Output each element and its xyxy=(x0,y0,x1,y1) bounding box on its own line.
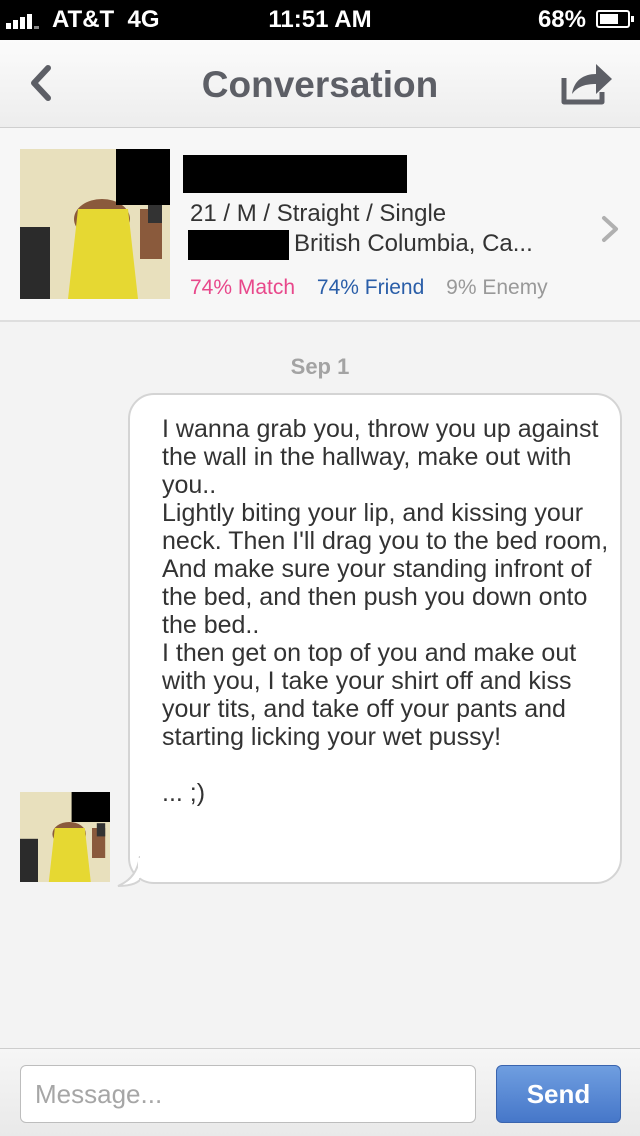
message-text: I wanna grab you, throw you up against t… xyxy=(162,415,609,807)
enemy-percentage: 9% Enemy xyxy=(446,276,548,299)
message-input-bar: Send xyxy=(0,1048,640,1136)
match-percentage: 74% Match xyxy=(190,276,296,299)
page-title: Conversation xyxy=(201,64,439,105)
profile-card[interactable]: 21 / M / Straight / Single British Colum… xyxy=(0,128,640,322)
profile-location: British Columbia, Ca... xyxy=(294,230,533,257)
date-separator: Sep 1 xyxy=(290,354,350,379)
redacted-location xyxy=(188,230,289,260)
profile-photo-image xyxy=(20,149,170,299)
match-percentages: 74% Match 74% Friend 9% Enemy xyxy=(190,276,548,300)
share-button[interactable] xyxy=(558,58,614,108)
chevron-right-icon xyxy=(602,216,618,242)
status-bar: AT&T 4G 11:51 AM 68% xyxy=(0,0,640,40)
message-input[interactable] xyxy=(20,1065,476,1123)
sender-avatar-image xyxy=(20,792,110,882)
profile-details: 21 / M / Straight / Single xyxy=(190,200,447,227)
sender-avatar[interactable] xyxy=(20,792,110,882)
battery-percentage: 68% xyxy=(537,6,586,33)
navigation-bar: Conversation xyxy=(0,40,640,128)
battery-icon xyxy=(596,10,634,28)
bubble-tail xyxy=(117,856,140,887)
message-bubble: I wanna grab you, throw you up against t… xyxy=(128,393,622,884)
share-icon xyxy=(561,64,612,105)
profile-photo[interactable] xyxy=(20,149,170,299)
redacted-name xyxy=(183,155,407,193)
send-button[interactable]: Send xyxy=(496,1065,621,1123)
friend-percentage: 74% Friend xyxy=(316,276,425,299)
